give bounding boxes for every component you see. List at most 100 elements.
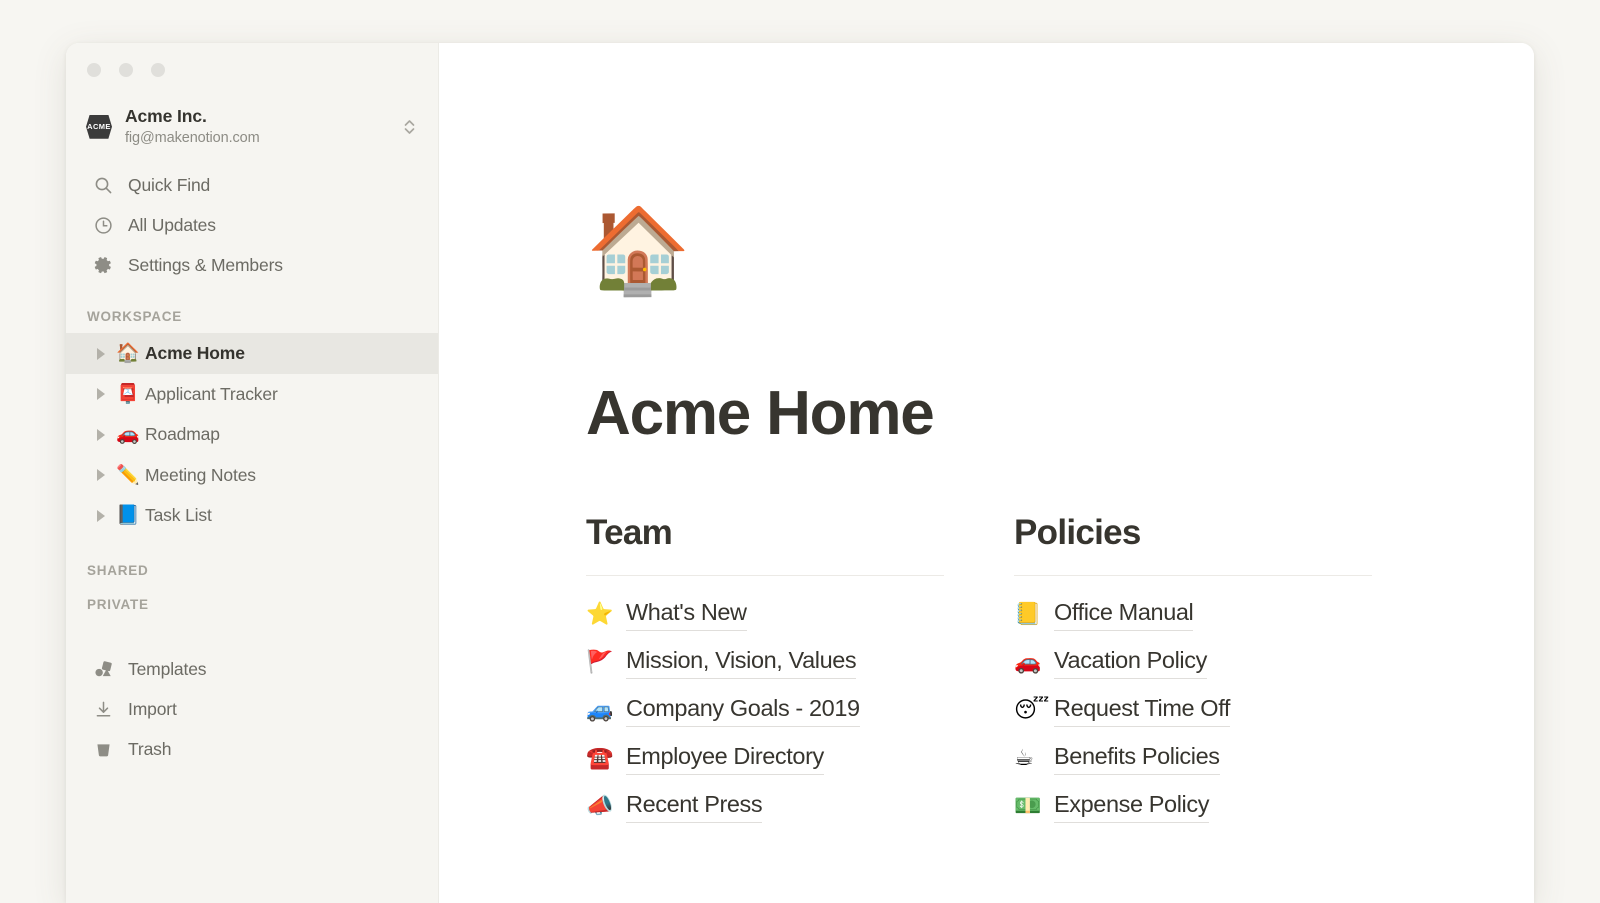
sidebar-item-label: Settings & Members xyxy=(128,254,283,275)
page-link-vacation-policy[interactable]: 🚗 Vacation Policy xyxy=(1014,639,1372,687)
disclosure-triangle-icon[interactable] xyxy=(92,347,110,360)
star-emoji: ⭐ xyxy=(586,601,614,627)
workspace-email: fig@makenotion.com xyxy=(125,130,260,147)
sidebar-item-templates[interactable]: Templates xyxy=(66,650,438,690)
column-team: Team ⭐ What's New 🚩 Mission, Vision, Val… xyxy=(586,513,944,831)
content-columns: Team ⭐ What's New 🚩 Mission, Vision, Val… xyxy=(586,513,1534,831)
sidebar-item-quick-find[interactable]: Quick Find xyxy=(66,165,438,205)
page-link-recent-press[interactable]: 📣 Recent Press xyxy=(586,783,944,831)
sidebar-item-label: Trash xyxy=(128,739,172,760)
page-link-label: Vacation Policy xyxy=(1054,646,1207,679)
car-emoji: 🚗 xyxy=(1014,649,1042,675)
page-link-label: Recent Press xyxy=(626,790,763,823)
suv-emoji: 🚙 xyxy=(586,697,614,723)
house-emoji[interactable]: 🏠 xyxy=(586,208,1534,306)
templates-icon xyxy=(94,660,116,679)
car-emoji: 🚗 xyxy=(116,423,140,446)
column-heading: Team xyxy=(586,513,673,552)
sidebar-primary-nav: Quick Find All Updates Settings & Member… xyxy=(66,165,438,285)
sidebar-item-label: Quick Find xyxy=(128,174,211,195)
app-window: ACME Acme Inc. fig@makenotion.com Quick … xyxy=(66,43,1534,903)
clock-icon xyxy=(94,216,116,235)
sidebar-page-roadmap[interactable]: 🚗 Roadmap xyxy=(66,414,438,455)
workspace-identity: Acme Inc. fig@makenotion.com xyxy=(125,105,400,148)
sidebar-page-label: Task List xyxy=(145,505,212,526)
page-link-office-manual[interactable]: 📒 Office Manual xyxy=(1014,591,1372,639)
page-link-label: Benefits Policies xyxy=(1054,742,1220,775)
triangular-flag-emoji: 🚩 xyxy=(586,649,614,675)
page-title[interactable]: Acme Home xyxy=(586,383,1534,445)
postbox-emoji: 📮 xyxy=(116,382,140,405)
page-link-whats-new[interactable]: ⭐ What's New xyxy=(586,591,944,639)
zoom-button[interactable] xyxy=(151,63,165,77)
page-link-employee-directory[interactable]: ☎️ Employee Directory xyxy=(586,735,944,783)
sidebar-page-label: Acme Home xyxy=(145,343,245,364)
page-link-label: Request Time Off xyxy=(1054,694,1230,727)
sidebar-item-all-updates[interactable]: All Updates xyxy=(66,205,438,245)
team-link-list: ⭐ What's New 🚩 Mission, Vision, Values 🚙… xyxy=(586,591,944,831)
policies-link-list: 📒 Office Manual 🚗 Vacation Policy 😴 Requ… xyxy=(1014,591,1372,831)
sidebar-page-label: Roadmap xyxy=(145,424,220,445)
sidebar-item-label: Templates xyxy=(128,659,207,680)
page-link-label: Expense Policy xyxy=(1054,790,1209,823)
page-link-label: Company Goals - 2019 xyxy=(626,694,860,727)
sleeping-face-emoji: 😴 xyxy=(1014,697,1050,723)
page-link-expense-policy[interactable]: 💵 Expense Policy xyxy=(1014,783,1372,831)
workspace-switcher[interactable]: ACME Acme Inc. fig@makenotion.com xyxy=(82,100,424,153)
page-link-label: Employee Directory xyxy=(626,742,824,775)
window-traffic-lights xyxy=(66,43,438,77)
trash-icon xyxy=(94,740,116,759)
column-policies: Policies 📒 Office Manual 🚗 Vacation Poli… xyxy=(1014,513,1372,831)
dollar-banknote-emoji: 💵 xyxy=(1014,793,1042,819)
sidebar-bottom-nav: Templates Import Trash xyxy=(66,650,438,770)
page-link-mission-vision-values[interactable]: 🚩 Mission, Vision, Values xyxy=(586,639,944,687)
disclosure-triangle-icon[interactable] xyxy=(92,469,110,482)
expand-vertical-icon[interactable] xyxy=(400,115,418,139)
page-link-company-goals-2019[interactable]: 🚙 Company Goals - 2019 xyxy=(586,687,944,735)
sidebar-page-label: Applicant Tracker xyxy=(145,383,278,404)
disclosure-triangle-icon[interactable] xyxy=(92,388,110,401)
blue-book-emoji: 📘 xyxy=(116,504,140,527)
sidebar-page-meeting-notes[interactable]: ✏️ Meeting Notes xyxy=(66,455,438,496)
sidebar-item-label: Import xyxy=(128,699,177,720)
close-button[interactable] xyxy=(87,63,101,77)
sidebar-page-acme-home[interactable]: 🏠 Acme Home xyxy=(66,333,438,374)
workspace-logo: ACME xyxy=(86,114,112,140)
page-link-request-time-off[interactable]: 😴 Request Time Off xyxy=(1014,687,1372,735)
coffee-emoji: ☕ xyxy=(1014,745,1034,771)
sidebar-item-trash[interactable]: Trash xyxy=(66,730,438,770)
column-heading: Policies xyxy=(1014,513,1141,552)
workspace-name: Acme Inc. xyxy=(125,106,207,126)
sidebar-item-label: All Updates xyxy=(128,214,216,235)
sidebar-page-applicant-tracker[interactable]: 📮 Applicant Tracker xyxy=(66,374,438,415)
sidebar-page-task-list[interactable]: 📘 Task List xyxy=(66,495,438,536)
megaphone-emoji: 📣 xyxy=(586,793,614,819)
gear-icon xyxy=(94,256,116,275)
section-label-private: PRIVATE xyxy=(87,597,149,613)
page-link-label: What's New xyxy=(626,598,747,631)
sidebar-page-label: Meeting Notes xyxy=(145,464,256,485)
pencil-emoji: ✏️ xyxy=(116,463,140,486)
page-link-benefits-policies[interactable]: ☕ Benefits Policies xyxy=(1014,735,1372,783)
page-body: 🏠 Acme Home Team ⭐ What's New 🚩 Mission,… xyxy=(439,43,1534,831)
telephone-emoji: ☎️ xyxy=(586,745,614,771)
sidebar: ACME Acme Inc. fig@makenotion.com Quick … xyxy=(66,43,439,903)
disclosure-triangle-icon[interactable] xyxy=(92,428,110,441)
sidebar-item-settings-members[interactable]: Settings & Members xyxy=(66,245,438,285)
divider xyxy=(586,574,944,576)
sidebar-item-import[interactable]: Import xyxy=(66,690,438,730)
section-label-workspace: WORKSPACE xyxy=(87,308,183,324)
page-link-label: Office Manual xyxy=(1054,598,1194,631)
house-emoji: 🏠 xyxy=(116,342,140,365)
page-link-label: Mission, Vision, Values xyxy=(626,646,857,679)
import-icon xyxy=(94,700,116,719)
divider xyxy=(1014,574,1372,576)
main-content: 🏠 Acme Home Team ⭐ What's New 🚩 Mission,… xyxy=(439,43,1534,903)
minimize-button[interactable] xyxy=(119,63,133,77)
workspace-page-list: 🏠 Acme Home 📮 Applicant Tracker 🚗 Roadma… xyxy=(66,333,438,536)
disclosure-triangle-icon[interactable] xyxy=(92,509,110,522)
search-icon xyxy=(94,176,116,195)
section-label-shared: SHARED xyxy=(87,563,149,579)
ledger-emoji: 📒 xyxy=(1014,601,1042,627)
workspace-logo-text: ACME xyxy=(87,122,111,132)
